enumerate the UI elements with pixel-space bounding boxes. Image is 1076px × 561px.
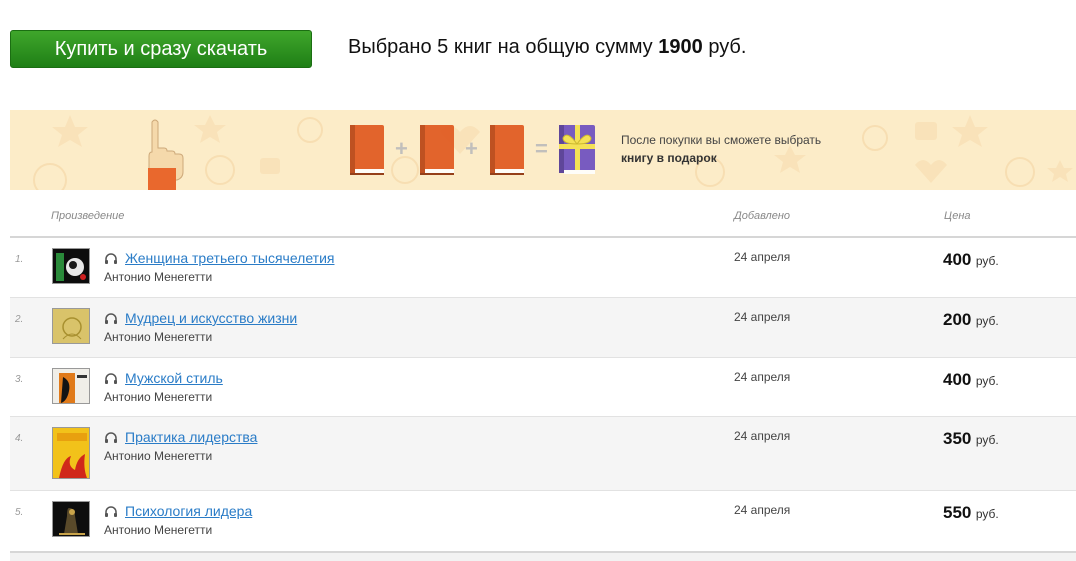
book-price: 200 руб. (943, 310, 999, 330)
row-number: 3. (15, 374, 24, 385)
price-currency: руб. (975, 254, 999, 268)
book-author: Антонио Менегетти (104, 449, 213, 463)
price-value: 400 (943, 250, 972, 269)
book-icon (350, 125, 384, 175)
book-cover-thumbnail[interactable] (52, 501, 90, 537)
summary-total: 1900 (658, 36, 703, 58)
book-price: 400 руб. (943, 250, 999, 270)
headphones-icon (105, 373, 117, 384)
book-price: 400 руб. (943, 370, 999, 390)
price-currency: руб. (975, 507, 999, 521)
book-author: Антонио Менегетти (104, 330, 213, 344)
promo-line-1: После покупки вы сможете выбрать (621, 133, 822, 147)
price-value: 550 (943, 503, 972, 522)
row-number: 4. (15, 433, 24, 444)
added-date: 24 апреля (734, 370, 791, 384)
book-title-link[interactable]: Мудрец и искусство жизни (125, 310, 297, 326)
book-author: Антонио Менегетти (104, 270, 213, 284)
book-title-link[interactable]: Мужской стиль (125, 370, 223, 386)
book-title-link[interactable]: Женщина третьего тысячелетия (125, 250, 334, 266)
pointing-hand-icon (148, 119, 184, 190)
gift-book-icon (559, 125, 595, 174)
gift-promo-banner: + + = После покупки вы сможете выбрать к… (10, 110, 1076, 190)
headphones-icon (105, 432, 117, 443)
book-cover-thumbnail[interactable] (52, 248, 90, 284)
price-currency: руб. (975, 314, 999, 328)
headphones-icon (105, 506, 117, 517)
price-currency: руб. (975, 374, 999, 388)
book-icon (420, 125, 454, 175)
book-cover-thumbnail[interactable] (52, 427, 90, 479)
plus-sign: + (395, 136, 408, 161)
table-row: 3. Мужской стиль Антонио Менегетти 24 ап… (10, 358, 1076, 417)
table-row: 4. Практика лидерства Антонио Менегетти … (10, 417, 1076, 490)
column-header-work: Произведение (51, 210, 125, 222)
column-header-added: Добавлено (734, 210, 791, 222)
book-title-link[interactable]: Психология лидера (125, 503, 252, 519)
table-row: 5. Психология лидера Антонио Менегетти 2… (10, 491, 1076, 550)
selection-summary: Выбрано 5 книг на общую сумму 1900 руб. (348, 34, 746, 60)
book-price: 550 руб. (943, 503, 999, 523)
row-number: 2. (15, 314, 24, 325)
summary-currency: руб. (708, 36, 747, 58)
price-value: 400 (943, 370, 972, 389)
table-row: 2. Мудрец и искусство жизни Антонио Мене… (10, 298, 1076, 357)
plus-sign: + (465, 136, 478, 161)
price-value: 350 (943, 429, 972, 448)
added-date: 24 апреля (734, 310, 791, 324)
book-title-link[interactable]: Практика лидерства (125, 429, 257, 445)
book-author: Антонио Менегетти (104, 523, 213, 537)
buy-and-download-button[interactable]: Купить и сразу скачать (10, 30, 312, 68)
book-icon (490, 125, 524, 175)
added-date: 24 апреля (734, 250, 791, 264)
column-header-price: Цена (944, 210, 971, 222)
equals-sign: = (535, 136, 548, 161)
added-date: 24 апреля (734, 429, 791, 443)
row-number: 5. (15, 507, 24, 518)
row-number: 1. (15, 254, 24, 265)
book-cover-thumbnail[interactable] (52, 308, 90, 344)
book-author: Антонио Менегетти (104, 390, 213, 404)
gift-promo-text: После покупки вы сможете выбрать книгу в… (621, 131, 821, 167)
table-footer-strip (10, 553, 1076, 561)
table-row: 1. Женщина третьего тысячелетия Антонио … (10, 238, 1076, 297)
headphones-icon (105, 313, 117, 324)
added-date: 24 апреля (734, 503, 791, 517)
summary-prefix: Выбрано 5 книг на общую сумму (348, 36, 653, 58)
book-cover-thumbnail[interactable] (52, 368, 90, 404)
promo-line-2: книгу в подарок (621, 151, 717, 165)
headphones-icon (105, 253, 117, 264)
price-value: 200 (943, 310, 972, 329)
book-price: 350 руб. (943, 429, 999, 449)
price-currency: руб. (975, 433, 999, 447)
